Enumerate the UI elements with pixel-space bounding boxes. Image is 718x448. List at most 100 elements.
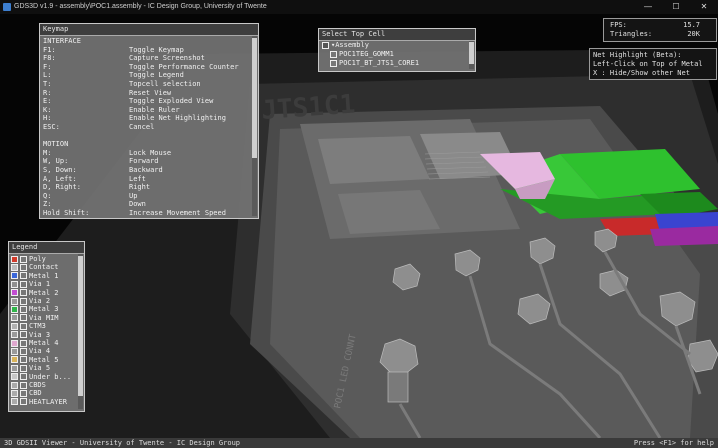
topcell-scroll-thumb[interactable]	[469, 42, 474, 64]
layer-color-swatch	[11, 297, 18, 305]
legend-row[interactable]: Via MIM	[11, 314, 59, 322]
layer-visibility-checkbox[interactable]	[20, 347, 27, 355]
keymap-key: Z:	[43, 200, 52, 209]
legend-row[interactable]: Metal 2	[11, 289, 59, 297]
layer-color-swatch	[11, 263, 18, 271]
maximize-button[interactable]: ☐	[662, 0, 690, 14]
minimize-button[interactable]: —	[634, 0, 662, 14]
keymap-key: M:	[43, 148, 52, 157]
keymap-action: Reset View	[129, 88, 172, 97]
layer-color-swatch	[11, 364, 18, 372]
layer-label: Poly	[29, 255, 46, 263]
legend-scroll-thumb[interactable]	[78, 256, 83, 396]
topcell-child-checkbox[interactable]	[330, 50, 337, 58]
topcell-child-label: POC1TEG_GOMM1	[339, 50, 394, 58]
layer-color-swatch	[11, 255, 18, 263]
keymap-key: W, Up:	[43, 157, 69, 166]
keymap-action: Toggle Legend	[129, 71, 184, 80]
net-highlight-title: Net Highlight (Beta):	[593, 51, 682, 59]
layer-visibility-checkbox[interactable]	[20, 305, 27, 313]
topcell-child-checkbox[interactable]	[330, 59, 337, 67]
layer-label: Via 3	[29, 330, 51, 339]
keymap-row: F8: Capture Screenshot	[43, 54, 205, 62]
layer-label: Metal 5	[29, 355, 59, 364]
topcell-child-label: POC1T_BT_JTS1_CORE1	[339, 59, 420, 67]
legend-row[interactable]: HEATLAYER	[11, 398, 67, 406]
keymap-row: H: Enable Net Highlighting	[43, 114, 226, 122]
layer-visibility-checkbox[interactable]	[20, 356, 27, 364]
legend-row[interactable]: Metal 3	[11, 305, 59, 313]
layer-visibility-checkbox[interactable]	[20, 314, 27, 322]
layer-color-swatch	[11, 331, 18, 339]
layer-visibility-checkbox[interactable]	[20, 272, 27, 280]
layer-label: Via MIM	[29, 313, 59, 322]
topcell-root-checkbox[interactable]	[322, 41, 329, 49]
layer-label: Via 1	[29, 280, 51, 289]
layer-visibility-checkbox[interactable]	[20, 373, 27, 381]
topcell-root[interactable]: ▾Assembly	[322, 41, 369, 49]
keymap-action: Lock Mouse	[129, 148, 172, 157]
legend-row[interactable]: Metal 4	[11, 339, 59, 347]
legend-row[interactable]: Via 5	[11, 364, 50, 372]
net-highlight-line2: X : Hide/Show other Net	[593, 69, 690, 77]
net-highlight-line1: Left-Click on Top of Metal	[593, 60, 703, 68]
legend-row[interactable]: Via 2	[11, 297, 50, 305]
layer-color-swatch	[11, 339, 18, 347]
layer-visibility-checkbox[interactable]	[20, 255, 27, 263]
layer-label: CBD	[29, 389, 42, 398]
window-title: GDS3D v1.9 - assembly\POC1.assembly - IC…	[14, 3, 267, 10]
layer-visibility-checkbox[interactable]	[20, 381, 27, 389]
app-icon	[3, 3, 11, 11]
keymap-key: T:	[43, 80, 52, 88]
layer-label: Metal 1	[29, 271, 59, 280]
keymap-action: Toggle Performance Counter	[129, 62, 239, 71]
keymap-action: Left	[129, 174, 146, 183]
keymap-action: Down	[129, 200, 146, 209]
keymap-row: ESC: Cancel	[43, 123, 154, 131]
legend-row[interactable]: Contact	[11, 263, 59, 271]
topcell-scrollbar[interactable]	[469, 41, 474, 69]
topcell-child[interactable]: POC1TEG_GOMM1	[330, 50, 394, 58]
metal-2-layer	[650, 226, 718, 246]
layer-visibility-checkbox[interactable]	[20, 263, 27, 271]
legend-row[interactable]: Via 1	[11, 280, 50, 288]
layer-visibility-checkbox[interactable]	[20, 322, 27, 330]
layer-label: Metal 4	[29, 339, 59, 347]
status-bar: 3D GDSII Viewer - University of Twente -…	[0, 438, 718, 448]
close-button[interactable]: ✕	[690, 0, 718, 14]
legend-row[interactable]: CTM3	[11, 322, 46, 330]
layer-visibility-checkbox[interactable]	[20, 398, 27, 406]
layer-color-swatch	[11, 398, 18, 406]
keymap-key: F:	[43, 62, 52, 71]
legend-row[interactable]: Under b...	[11, 373, 71, 381]
keymap-scrollbar[interactable]	[252, 36, 257, 216]
keymap-row: L: Toggle Legend	[43, 71, 184, 79]
legend-row[interactable]: Metal 1	[11, 272, 59, 280]
topcell-child[interactable]: POC1T_BT_JTS1_CORE1	[330, 59, 419, 67]
keymap-scroll-thumb[interactable]	[252, 38, 257, 158]
die-block-a	[318, 136, 430, 184]
legend-row[interactable]: Metal 5	[11, 356, 59, 364]
layer-visibility-checkbox[interactable]	[20, 289, 27, 297]
keymap-key: S, Down:	[43, 166, 77, 174]
layer-color-swatch	[11, 272, 18, 280]
legend-row[interactable]: Poly	[11, 255, 46, 263]
layer-visibility-checkbox[interactable]	[20, 364, 27, 372]
legend-row[interactable]: CBD	[11, 389, 42, 397]
layer-visibility-checkbox[interactable]	[20, 331, 27, 339]
legend-row[interactable]: Via 4	[11, 347, 50, 355]
layer-color-swatch	[11, 322, 18, 330]
layer-visibility-checkbox[interactable]	[20, 389, 27, 397]
layer-visibility-checkbox[interactable]	[20, 339, 27, 347]
layer-color-swatch	[11, 314, 18, 322]
legend-row[interactable]: Via 3	[11, 331, 50, 339]
keymap-section-heading: MOTION	[43, 140, 69, 149]
layer-visibility-checkbox[interactable]	[20, 297, 27, 305]
layer-visibility-checkbox[interactable]	[20, 280, 27, 288]
legend-row[interactable]: CBDS	[11, 381, 46, 389]
keymap-row: W, Up: Forward	[43, 157, 159, 165]
legend-scrollbar[interactable]	[78, 254, 83, 409]
net-highlight-info: Net Highlight (Beta): Left-Click on Top …	[589, 48, 717, 80]
performance-counter: FPS: 15.7 Triangles: 20K	[603, 18, 717, 42]
layer-label: HEATLAYER	[29, 397, 67, 406]
